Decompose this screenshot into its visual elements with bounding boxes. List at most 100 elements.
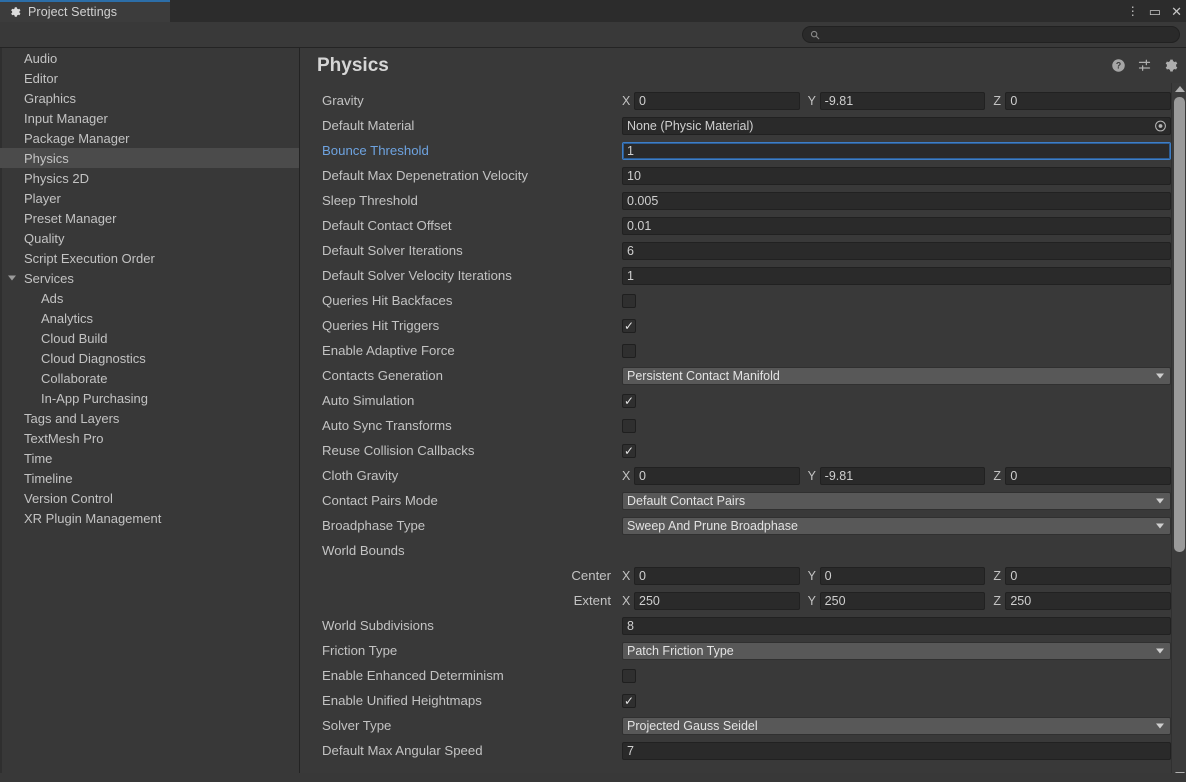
sidebar-item-graphics[interactable]: Graphics [0,88,299,108]
tab-project-settings[interactable]: Project Settings [0,0,170,22]
axis-z-input[interactable]: 0 [1005,91,1172,110]
axis-x-label: X [622,468,631,483]
row-fields [622,418,1186,433]
text-input[interactable]: 7 [622,741,1171,760]
sidebar-item-label: Script Execution Order [24,250,155,266]
row-fields: Sweep And Prune Broadphase [622,516,1186,535]
sidebar-item-player[interactable]: Player [0,188,299,208]
sidebar-item-label: Analytics [41,310,94,326]
object-field[interactable]: None (Physic Material) [622,116,1171,135]
text-input[interactable]: 6 [622,241,1171,260]
sidebar-item-package-manager[interactable]: Package Manager [0,128,299,148]
sidebar-item-script-execution-order[interactable]: Script Execution Order [0,248,299,268]
sidebar-item-in-app-purchasing[interactable]: In-App Purchasing [0,388,299,408]
axis-y-input[interactable]: 250 [819,591,986,610]
axis-y-input[interactable]: -9.81 [819,466,986,485]
dropdown[interactable]: Persistent Contact Manifold [622,366,1171,385]
sidebar-item-version-control[interactable]: Version Control [0,488,299,508]
chevron-down-icon [1156,373,1164,378]
row-fields: 7 [622,741,1186,760]
settings-sidebar[interactable]: Audio Editor Graphics Input Manager Package … [0,48,300,782]
axis-y-input[interactable]: 0 [819,566,986,585]
text-input[interactable]: 8 [622,616,1171,635]
axis-x-input[interactable]: 0 [634,566,800,585]
sidebar-item-collaborate[interactable]: Collaborate [0,368,299,388]
sidebar-item-audio[interactable]: Audio [0,48,299,68]
sidebar-item-tags-and-layers[interactable]: Tags and Layers [0,408,299,428]
sidebar-item-services[interactable]: Services [0,268,299,288]
checkbox[interactable] [622,418,636,433]
axis-z-label: Z [993,593,1001,608]
chevron-down-icon[interactable] [8,275,16,281]
object-picker-icon[interactable] [1154,119,1167,132]
text-input[interactable]: 0.005 [622,191,1171,210]
dropdown[interactable]: Patch Friction Type [622,641,1171,660]
chevron-down-icon [1156,648,1164,653]
checkbox[interactable] [622,668,636,683]
checkbox[interactable]: ✓ [622,693,636,708]
dropdown[interactable]: Projected Gauss Seidel [622,716,1171,735]
sidebar-item-label: Input Manager [24,110,108,126]
settings-row: Auto Simulation ✓ [300,388,1186,413]
sidebar-item-ads[interactable]: Ads [0,288,299,308]
row-fields: X 0 Y -9.81 Z 0 [622,91,1186,110]
search-box[interactable] [802,26,1180,43]
maximize-icon[interactable]: ▭ [1149,5,1161,18]
text-input[interactable]: 10 [622,166,1171,185]
row-fields: 10 [622,166,1186,185]
text-input[interactable]: 0.01 [622,216,1171,235]
axis-z-input[interactable]: 0 [1005,466,1172,485]
sidebar-item-xr-plugin-management[interactable]: XR Plugin Management [0,508,299,528]
close-icon[interactable]: ✕ [1171,5,1182,18]
axis-x-input[interactable]: 0 [634,91,800,110]
toolbar [0,22,1186,48]
dropdown[interactable]: Default Contact Pairs [622,491,1171,510]
checkbox[interactable]: ✓ [622,318,636,333]
row-label: World Subdivisions [322,618,434,633]
checkbox[interactable] [622,343,636,358]
sidebar-item-physics[interactable]: Physics [0,148,299,168]
preset-icon[interactable] [1137,58,1152,73]
checkbox[interactable]: ✓ [622,443,636,458]
row-fields: Projected Gauss Seidel [622,716,1186,735]
text-input[interactable]: 1 [622,266,1171,285]
sidebar-item-input-manager[interactable]: Input Manager [0,108,299,128]
sidebar-item-physics-2d[interactable]: Physics 2D [0,168,299,188]
sidebar-item-cloud-diagnostics[interactable]: Cloud Diagnostics [0,348,299,368]
dropdown-value: Projected Gauss Seidel [627,718,758,733]
vertical-scrollbar[interactable] [1171,83,1186,781]
axis-y-input[interactable]: -9.81 [819,91,986,110]
settings-row: Sleep Threshold 0.005 [300,188,1186,213]
sidebar-item-textmesh-pro[interactable]: TextMesh Pro [0,428,299,448]
window-controls: ⋮ ▭ ✕ [1127,0,1182,22]
settings-row: Cloth Gravity X 0 Y -9.81 Z 0 [300,463,1186,488]
sidebar-item-cloud-build[interactable]: Cloud Build [0,328,299,348]
axis-z-label: Z [993,468,1001,483]
sidebar-item-label: XR Plugin Management [24,510,162,526]
gear-icon[interactable] [1163,58,1178,73]
dropdown[interactable]: Sweep And Prune Broadphase [622,516,1171,535]
sidebar-item-quality[interactable]: Quality [0,228,299,248]
axis-x-input[interactable]: 250 [634,591,800,610]
page-header-icons: ? [1111,48,1178,83]
sidebar-item-timeline[interactable]: Timeline [0,468,299,488]
scroll-up-arrow[interactable] [1172,83,1186,95]
axis-z-input[interactable]: 250 [1005,591,1172,610]
sidebar-item-time[interactable]: Time [0,448,299,468]
sidebar-item-analytics[interactable]: Analytics [0,308,299,328]
checkbox[interactable]: ✓ [622,393,636,408]
window-menu-icon[interactable]: ⋮ [1127,5,1139,17]
svg-text:?: ? [1116,61,1121,71]
sidebar-item-preset-manager[interactable]: Preset Manager [0,208,299,228]
sidebar-item-editor[interactable]: Editor [0,68,299,88]
sidebar-item-label: Audio [24,50,58,66]
axis-z-group: Z0 [993,466,1172,485]
axis-x-input[interactable]: 0 [634,466,800,485]
axis-z-input[interactable]: 0 [1005,566,1172,585]
help-icon[interactable]: ? [1111,58,1126,73]
checkbox[interactable] [622,293,636,308]
gear-icon [9,6,21,18]
scrollbar-thumb[interactable] [1174,97,1185,552]
text-input[interactable]: 1 [622,141,1171,160]
search-input[interactable] [824,28,1154,41]
